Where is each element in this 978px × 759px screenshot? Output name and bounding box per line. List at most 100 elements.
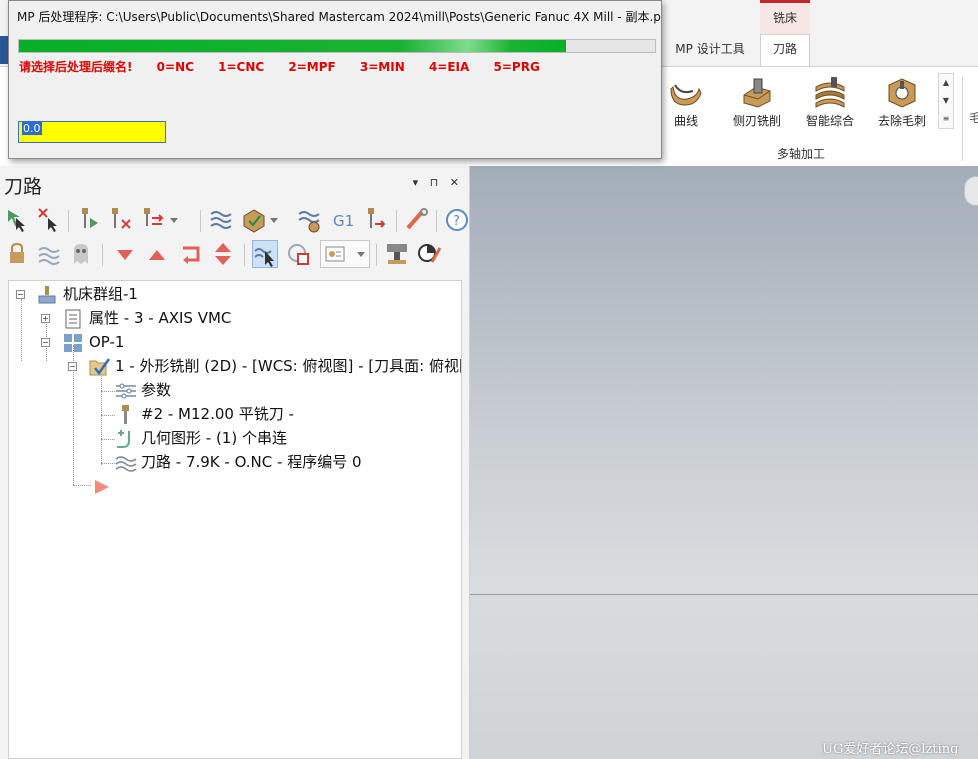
properties-label: 属性 - 3 - AXIS VMC — [89, 309, 232, 327]
context-tab-mill: 铣床 — [760, 0, 810, 34]
tool-icon — [115, 404, 135, 425]
regenerate-dirty-icon[interactable] — [108, 206, 134, 234]
group-grid-icon — [63, 333, 83, 353]
expand-group-icon[interactable]: − — [41, 338, 50, 347]
expand-properties-icon[interactable]: + — [41, 314, 50, 323]
swarf-milling-icon — [743, 78, 771, 108]
toolpath-label: 刀路 - 7.9K - O.NC - 程序编号 0 — [141, 453, 362, 471]
display-options-icon[interactable] — [286, 240, 312, 268]
simulate-toolpath-icon[interactable] — [208, 206, 234, 234]
geometry-label: 几何图形 - (1) 个串连 — [141, 429, 287, 447]
option-eia: 4=EIA — [428, 60, 470, 74]
op-group-label: OP-1 — [89, 333, 125, 351]
svg-text:?: ? — [453, 214, 460, 229]
parameters-label: 参数 — [141, 381, 172, 399]
expand-root-icon[interactable]: − — [16, 290, 25, 299]
toolpath-wave-icon — [115, 453, 137, 473]
panel-pin-icon[interactable]: ⊓ — [430, 176, 439, 189]
toggle-dropdown-icon[interactable] — [166, 206, 182, 234]
progress-bar — [18, 39, 656, 53]
post-process-icon[interactable] — [296, 206, 322, 234]
highlight-toolpath-icon[interactable] — [404, 206, 430, 234]
graphics-viewport[interactable] — [470, 166, 978, 759]
gallery-more-icon[interactable]: ≡ — [939, 110, 953, 128]
viewport-horizon — [470, 594, 978, 595]
gallery-down-icon[interactable]: ▼ — [939, 92, 953, 110]
tool-manager-icon[interactable] — [362, 206, 388, 234]
swarf-milling-button[interactable]: 侧刃铣削 — [722, 77, 792, 137]
tree-item-parameters[interactable]: 参数 — [115, 379, 171, 401]
watermark: UG爱好者论坛@lzting — [822, 742, 959, 757]
svg-text:G1: G1 — [333, 212, 354, 230]
insert-arrow-icon — [93, 477, 113, 497]
view-cube-icon[interactable] — [964, 176, 978, 206]
insert-arrow[interactable] — [93, 475, 119, 497]
operations-tree: − 机床群组-1 + 属性 - 3 - AXIS VMC − OP-1 − 1 … — [8, 280, 462, 759]
tree-item-op-group[interactable]: OP-1 — [63, 331, 124, 353]
extension-prompt: 请选择后处理后缀名! 0=NC 1=CNC 2=MPF 3=MIN 4=EIA … — [19, 58, 560, 75]
gallery-scroll[interactable]: ▲ ▼ ≡ — [938, 73, 954, 129]
group-divider — [962, 77, 963, 161]
tool-label: #2 - M12.00 平铣刀 - — [141, 405, 294, 423]
geometry-chain-icon — [115, 429, 135, 449]
next-group-label: 毛 — [969, 111, 978, 125]
smart-unified-icon — [815, 77, 845, 108]
dialog-title: MP 后处理程序: C:\Users\Public\Documents\Shar… — [17, 10, 661, 24]
operation-folder-check-icon — [89, 357, 111, 377]
verify-dropdown-icon[interactable] — [266, 206, 282, 234]
regenerate-all-icon[interactable] — [76, 206, 102, 234]
select-all-icon[interactable] — [4, 206, 30, 234]
g1-post-icon[interactable]: G1 — [330, 206, 356, 234]
tree-item-machine-group[interactable]: 机床群组-1 — [37, 283, 138, 305]
parameters-icon — [115, 381, 136, 401]
machine-group-icon — [37, 285, 57, 305]
move-down-icon[interactable] — [112, 240, 138, 268]
deburr-icon — [888, 78, 916, 108]
tree-item-toolpath[interactable]: 刀路 - 7.9K - O.NC - 程序编号 0 — [115, 451, 362, 473]
backplot-icon[interactable] — [416, 240, 442, 268]
group-label-multiaxis: 多轴加工 — [776, 147, 825, 161]
gallery-up-icon[interactable]: ▲ — [939, 74, 953, 92]
tree-item-geometry[interactable]: 几何图形 - (1) 个串连 — [115, 427, 287, 449]
tree-item-properties[interactable]: 属性 - 3 - AXIS VMC — [63, 307, 231, 329]
tab-toolpath[interactable]: 刀路 — [760, 34, 810, 67]
display-mode-dropdown[interactable] — [320, 240, 370, 268]
move-up-icon[interactable] — [144, 240, 170, 268]
panel-menu-icon[interactable]: ▾ — [413, 176, 419, 189]
properties-icon — [63, 309, 83, 329]
tree-item-tool[interactable]: #2 - M12.00 平铣刀 - — [115, 403, 294, 425]
machine-simulation-icon[interactable] — [384, 240, 410, 268]
deburr-button[interactable]: 去除毛刺 — [867, 77, 937, 137]
verify-icon[interactable] — [240, 206, 266, 234]
option-nc: 0=NC — [156, 60, 194, 74]
deburr-label: 去除毛刺 — [877, 114, 926, 128]
panel-close-icon[interactable]: ✕ — [450, 176, 459, 189]
option-cnc: 1=CNC — [218, 60, 265, 74]
curve-icon — [670, 84, 702, 106]
panel-controls: ▾ ⊓ ✕ — [405, 176, 459, 189]
move-updown-icon[interactable] — [210, 240, 236, 268]
select-toolpath-icon[interactable] — [252, 240, 278, 268]
tab-mp-design-tools[interactable]: MP 设计工具 — [668, 38, 752, 66]
toolbar-row-2 — [4, 240, 470, 270]
deselect-all-icon[interactable] — [36, 206, 62, 234]
insert-after-icon[interactable] — [178, 240, 204, 268]
smart-unified-button[interactable]: 智能综合 — [795, 77, 865, 137]
progress-fill — [19, 40, 566, 52]
extension-input-value[interactable]: 0.0 — [22, 122, 42, 135]
help-icon[interactable]: ? — [444, 206, 470, 234]
toggle-post-icon[interactable] — [68, 240, 94, 268]
prompt-text: 请选择后处理后缀名! — [19, 60, 133, 74]
option-prg: 5=PRG — [493, 60, 540, 74]
extension-input[interactable]: 0.0 — [18, 121, 166, 143]
tree-item-operation[interactable]: 1 - 外形铣削 (2D) - [WCS: 俯视图] - [刀具面: 俯视图] — [89, 355, 461, 377]
toggle-icon[interactable] — [140, 206, 166, 234]
operation-label: 1 - 外形铣削 (2D) - [WCS: 俯视图] - [刀具面: 俯视图] — [115, 357, 461, 375]
toggle-display-icon[interactable] — [36, 240, 62, 268]
smart-unified-label: 智能综合 — [805, 114, 854, 128]
swarf-milling-label: 侧刃铣削 — [732, 114, 781, 128]
machine-group-label: 机床群组-1 — [63, 285, 138, 303]
expand-operation-icon[interactable]: − — [68, 362, 77, 371]
toolbar-row-1: G1 ? — [4, 206, 470, 236]
lock-icon[interactable] — [4, 240, 30, 268]
